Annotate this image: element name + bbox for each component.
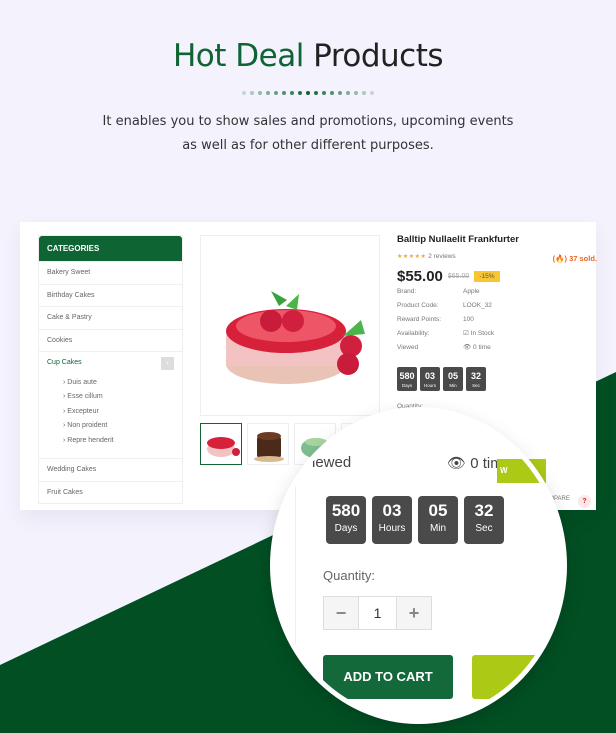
divider-dot [266, 91, 270, 95]
countdown-days-zoomed: 580 Days [326, 496, 366, 544]
subtitle-line-2: as well as for other different purposes. [182, 138, 434, 153]
divider-dot [282, 91, 286, 95]
add-to-cart-button[interactable]: ADD TO CART [323, 655, 453, 699]
countdown-min-zoomed: 05 Min [418, 496, 458, 544]
magnifier-lens: iewed 👁 0 time W 580 Days 03 Hours 05 Min 3… [275, 412, 562, 719]
divider-dot [330, 91, 334, 95]
spec-row: Brand: Apple [397, 288, 480, 295]
divider-dot [250, 91, 254, 95]
subcategory-list: › Duis aute › Esse cillum › Excepteur › … [39, 374, 182, 459]
subcategory-item[interactable]: › Esse cillum [63, 390, 182, 405]
title-accent: Hot Deal [172, 38, 304, 74]
divider-dot [338, 91, 342, 95]
raspberry-cake-image [226, 291, 365, 384]
category-item[interactable]: Cake & Pastry [39, 306, 182, 329]
category-item[interactable]: Bakery Sweet [39, 261, 182, 284]
divider-dot [346, 91, 350, 95]
spec-row: Viewed 👁 0 time [397, 344, 491, 351]
countdown-hours: 03 Hours [420, 367, 440, 391]
section-title: Hot Deal Products [0, 38, 616, 74]
product-info: Balltip Nullaelit Frankfurter ★★★★★ 2 re… [397, 234, 597, 410]
help-icon[interactable]: ? [578, 495, 591, 508]
quantity-input[interactable]: 1 [358, 597, 397, 629]
sold-count: (🔥) 37 sold. [552, 254, 597, 263]
spec-row: Reward Points: 100 [397, 316, 474, 323]
divider-dot [322, 91, 326, 95]
category-item[interactable]: Cookies [39, 328, 182, 352]
subtitle-line-1: It enables you to show sales and promoti… [102, 114, 514, 129]
review-count[interactable]: 2 reviews [428, 253, 455, 260]
chevron-right-icon[interactable]: › [161, 357, 174, 370]
product-title[interactable]: Balltip Nullaelit Frankfurter [397, 234, 597, 245]
subcategory-item[interactable]: › Repre henderit [63, 434, 182, 449]
divider-dot [274, 91, 278, 95]
subcategory-item[interactable]: › Excepteur [63, 405, 182, 420]
product-main-image[interactable] [200, 235, 380, 416]
divider-dot [242, 91, 246, 95]
section-subtitle: It enables you to show sales and promoti… [0, 110, 616, 158]
spec-row: Availability: ☑ In Stock [397, 330, 495, 337]
decrement-button[interactable]: − [324, 597, 358, 629]
viewed-label-zoomed: iewed [312, 454, 352, 471]
quantity-label: Quantity: [397, 403, 424, 410]
title-rest: Products [313, 38, 444, 74]
countdown-days: 580 Days [397, 367, 417, 391]
buy-now-button-zoomed-large[interactable] [472, 655, 562, 699]
divider-dot [362, 91, 366, 95]
quantity-label-zoomed: Quantity: [323, 568, 376, 583]
categories-panel: CATEGORIES Bakery Sweet Birthday Cakes C… [38, 235, 183, 504]
category-item[interactable]: Fruit Cakes [39, 480, 182, 504]
thumbnail[interactable] [200, 423, 242, 465]
countdown-timer: 580 Days 03 Hours 05 Min 32 Sec [397, 367, 597, 391]
subcategory-item[interactable]: › Duis aute [63, 376, 182, 391]
card-edge [275, 418, 296, 688]
countdown-min: 05 Min [443, 367, 463, 391]
spec-row: Product Code: LOOK_32 [397, 302, 492, 309]
divider-dot [258, 91, 262, 95]
countdown-hours-zoomed: 03 Hours [372, 496, 412, 544]
current-price: $55.00 [397, 268, 443, 285]
categories-header: CATEGORIES [39, 236, 182, 261]
old-price: $65.00 [447, 273, 470, 280]
flame-icon: (🔥) [552, 254, 567, 263]
divider-dot [354, 91, 358, 95]
title-divider-dots [0, 91, 616, 95]
category-item[interactable]: Birthday Cakes [39, 283, 182, 307]
subcategory-item[interactable]: › Non proident [63, 419, 182, 434]
countdown-sec: 32 Sec [466, 367, 486, 391]
divider-dot [306, 91, 310, 95]
countdown-timer-zoomed: 580 Days 03 Hours 05 Min 32 Sec [326, 496, 504, 544]
divider-dot [314, 91, 318, 95]
discount-badge: -15% [474, 271, 500, 282]
increment-button[interactable]: + [397, 597, 431, 629]
divider-dot [290, 91, 294, 95]
category-item-cup-cakes[interactable]: Cup Cakes › [39, 351, 182, 374]
category-item[interactable]: Wedding Cakes [39, 458, 182, 481]
buy-now-button-zoomed[interactable]: W [497, 459, 546, 483]
divider-dot [298, 91, 302, 95]
countdown-sec-zoomed: 32 Sec [464, 496, 504, 544]
divider-dot [370, 91, 374, 95]
quantity-stepper: − 1 + [323, 596, 432, 630]
price-row: $55.00 $65.00 -15% [397, 268, 597, 285]
star-rating-icon: ★★★★★ [397, 254, 427, 260]
